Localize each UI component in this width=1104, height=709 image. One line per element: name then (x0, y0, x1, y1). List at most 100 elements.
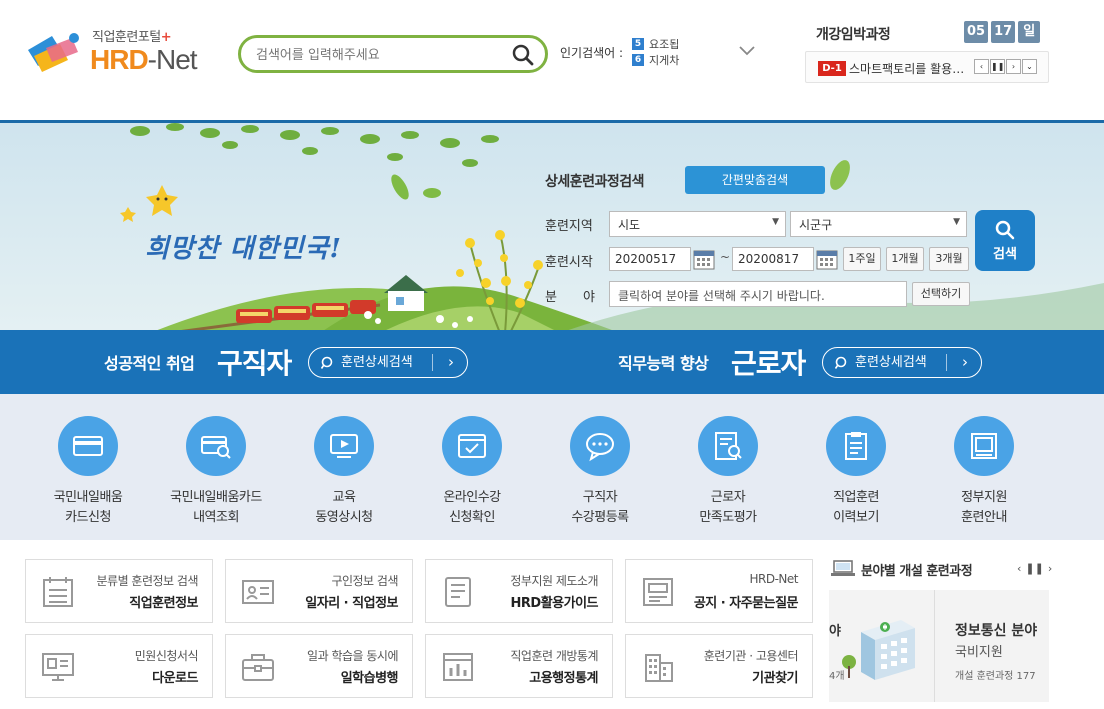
quicklink-institutions[interactable]: 훈련기관 · 고용센터 기관찾기 (625, 634, 813, 698)
upcoming-course-link[interactable]: 스마트팩토리를 활용한... (849, 60, 973, 77)
prev-icon[interactable]: ‹ (974, 59, 989, 74)
prev-icon[interactable]: ‹ (1017, 562, 1021, 575)
province-select-value: 시도 (618, 218, 641, 232)
field-course-card-title[interactable]: 정보통신 분야 (955, 620, 1037, 640)
popular-keyword[interactable]: 5 요조됩 (632, 36, 722, 52)
province-select[interactable]: 시도 ▼ (609, 211, 786, 237)
quicklink-sub: 구인정보 검색 (331, 574, 398, 588)
card-search-icon (186, 416, 246, 476)
select-arrow-icon: ▼ (953, 217, 960, 227)
quicklink-title: 고용행정통계 (529, 671, 598, 686)
jobseeker-search-button[interactable]: 훈련상세검색 › (308, 347, 468, 378)
field-select-input[interactable]: 클릭하여 분야를 선택해 주시기 바랍니다. (609, 281, 907, 307)
calendar-icon[interactable] (816, 248, 838, 270)
detailed-search-title: 상세훈련과정검색 (545, 174, 645, 190)
menu-satisfaction[interactable]: 근로자 만족도평가 (668, 416, 788, 528)
menu-label-line1: 국민내일배움카드 (170, 490, 262, 505)
detailed-search-button[interactable]: 검색 (975, 210, 1035, 271)
menu-gov-support[interactable]: 정부지원 훈련안내 (924, 416, 1044, 528)
popular-label: 인기검색어 : (560, 46, 624, 60)
rank-badge: 5 (632, 38, 644, 50)
briefcase-icon (242, 654, 274, 681)
quicklink-sub: 직업훈련 개방통계 (510, 649, 598, 663)
quicklink-jobs[interactable]: 구인정보 검색 일자리 · 직업정보 (225, 559, 413, 623)
field-course-card-sub: 국비지원 (955, 645, 1003, 660)
quicklink-notice[interactable]: HRD-Net 공지 · 자주묻는질문 (625, 559, 813, 623)
upcoming-course-ticker: D-1 스마트팩토리를 활용한... ‹ ❚❚ › ⌄ (805, 51, 1049, 83)
menu-label-line2: 카드신청 (65, 510, 111, 525)
quicklink-sub: 훈련기관 · 고용센터 (703, 649, 799, 663)
menu-label-line1: 온라인수강 (443, 490, 501, 505)
simple-search-button[interactable]: 간편맞춤검색 (685, 166, 825, 194)
building-icon (645, 654, 673, 682)
logo-subtitle: 직업훈련포털+ (92, 30, 172, 45)
next-icon[interactable]: › (1048, 562, 1052, 575)
quicklink-work-study[interactable]: 일과 학습을 동시에 일학습병행 (225, 634, 413, 698)
logo-title: HRD-Net (90, 44, 198, 75)
field-label: 분 야 (545, 290, 595, 305)
worker-search-button[interactable]: 훈련상세검색 › (822, 347, 982, 378)
choose-field-button[interactable]: 선택하기 (912, 282, 970, 306)
dday-badge: D-1 (818, 61, 846, 76)
menu-label-line1: 구직자 (582, 490, 618, 505)
quick-icon-menu: 국민내일배움카드신청 국민내일배움카드 내역조회 교육 동영상시청 온라인수강신청확… (0, 394, 1104, 540)
hrd-net-page: 직업훈련포털+ HRD-Net 인기검색어 : 5 요조됩 6 지게차 개강임박… (0, 0, 1104, 709)
guide-book-icon (445, 577, 471, 607)
field-course-card-count: 개설 훈련과정 177 (955, 671, 1036, 682)
start-date-to-input[interactable]: 20200817 (732, 247, 814, 271)
menu-label-line1: 국민내일배움 (53, 490, 123, 505)
quicklink-sub: 분류별 훈련정보 검색 (96, 574, 199, 588)
quicklink-sub: 민원신청서식 (134, 649, 199, 663)
video-icon (314, 416, 374, 476)
logo-mark-icon (28, 33, 79, 72)
chevron-right-icon: › (962, 353, 968, 371)
menu-label-line2: 동영상시청 (315, 510, 373, 525)
menu-label-line2: 신청확인 (449, 510, 495, 525)
site-logo[interactable]: 직업훈련포털+ HRD-Net (24, 26, 224, 78)
quicklink-forms[interactable]: 민원신청서식 다운로드 (25, 634, 213, 698)
field-courses-carousel: 야 4개 정보통신 분야 국비지원 개설 훈련과정 177 (829, 590, 1049, 702)
stats-icon (443, 653, 473, 681)
menu-label-line2: 만족도평가 (699, 510, 757, 525)
quicklink-training-info[interactable]: 분류별 훈련정보 검색 직업훈련정보 (25, 559, 213, 623)
menu-video[interactable]: 교육 동영상시청 (284, 416, 404, 528)
menu-online-check[interactable]: 온라인수강신청확인 (412, 416, 532, 528)
audience-band: 성공적인 취업 구직자 훈련상세검색 › 직무능력 향상 근로자 훈련상세검색 … (0, 330, 1104, 394)
chevron-right-icon: › (448, 353, 454, 371)
start-date-from-input[interactable]: 20200517 (609, 247, 691, 271)
period-1month-button[interactable]: 1개월 (886, 247, 924, 271)
period-3month-button[interactable]: 3개월 (929, 247, 969, 271)
main-search-box (238, 35, 548, 73)
menu-review[interactable]: 구직자 수강평등록 (540, 416, 660, 528)
calendar-icon[interactable] (693, 248, 715, 270)
id-card-icon (242, 580, 274, 604)
search-input[interactable] (256, 44, 496, 66)
quicklink-guide[interactable]: 정부지원 제도소개 HRD활용가이드 (425, 559, 613, 623)
menu-card-history[interactable]: 국민내일배움카드 내역조회 (156, 416, 276, 528)
quicklink-title: 일자리 · 직업정보 (305, 596, 398, 611)
region-label: 훈련지역 (545, 219, 593, 234)
hero-slogan: 희망찬 대한민국! (145, 234, 342, 264)
today-date: 05 17 일 (964, 21, 1041, 43)
menu-training-history[interactable]: 직업훈련 이력보기 (796, 416, 916, 528)
quicklink-sub: 정부지원 제도소개 (510, 574, 598, 588)
rank-badge: 6 (632, 54, 644, 66)
date-range-separator: ~ (720, 250, 731, 264)
field-course-card-prev[interactable]: 야 4개 (829, 590, 935, 702)
menu-card-apply[interactable]: 국민내일배움카드신청 (28, 416, 148, 528)
pause-icon[interactable]: ❚❚ (990, 59, 1005, 74)
hospital-building-icon (842, 620, 915, 680)
quicklink-statistics[interactable]: 직업훈련 개방통계 고용행정통계 (425, 634, 613, 698)
period-1week-button[interactable]: 1주일 (843, 247, 881, 271)
quicklink-title: HRD활용가이드 (510, 596, 599, 611)
district-select[interactable]: 시군구 ▼ (790, 211, 967, 237)
expand-icon[interactable]: ⌄ (1022, 59, 1037, 74)
pause-icon[interactable]: ❚❚ (1025, 562, 1043, 575)
keyword-text: 요조됩 (649, 38, 680, 51)
chevron-down-icon[interactable] (738, 44, 756, 58)
book-icon (954, 416, 1014, 476)
search-icon[interactable] (511, 43, 535, 67)
popular-keyword[interactable]: 6 지게차 (632, 52, 722, 66)
next-icon[interactable]: › (1006, 59, 1021, 74)
menu-label-line2: 훈련안내 (961, 510, 1007, 525)
